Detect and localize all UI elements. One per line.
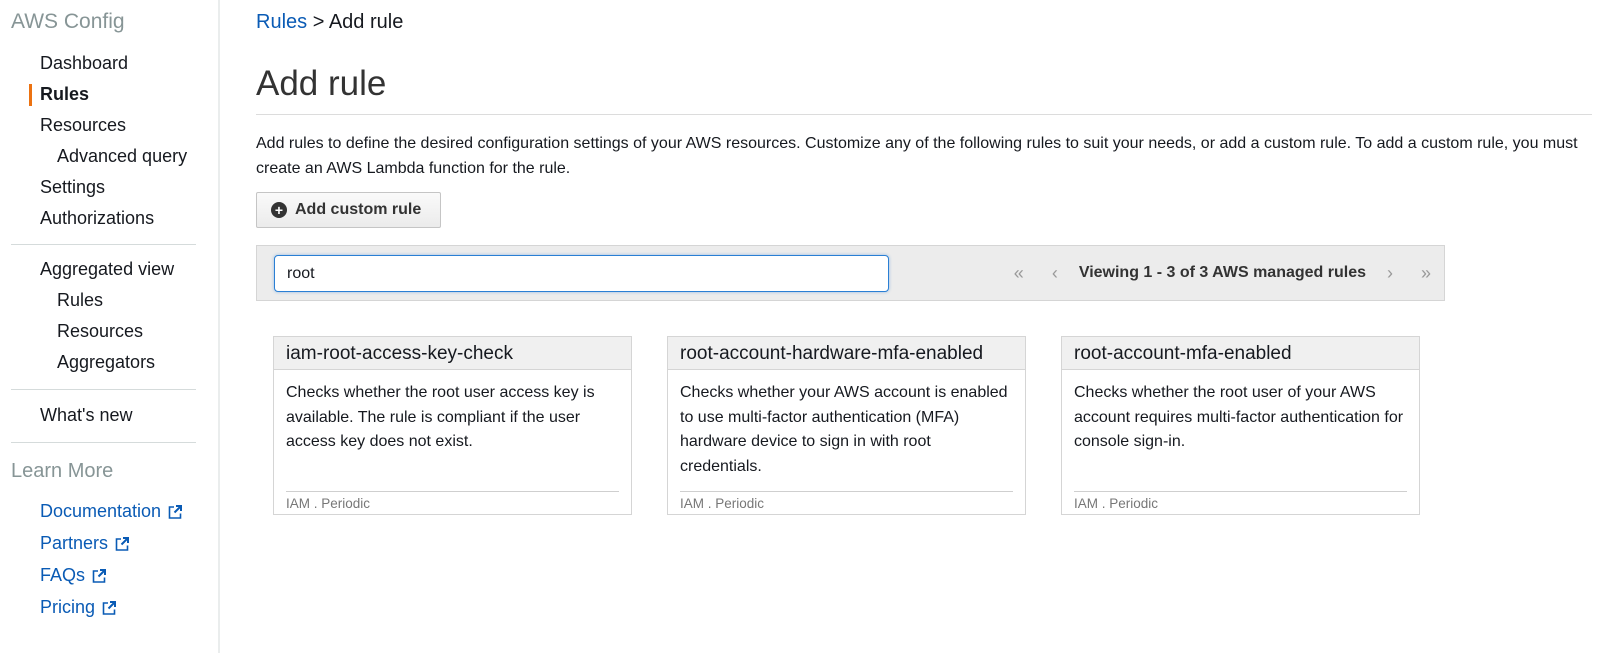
rule-card[interactable]: root-account-mfa-enabled Checks whether … [1061, 336, 1420, 515]
rule-description: Checks whether the root user access key … [286, 384, 595, 450]
sidebar-item-settings[interactable]: Settings [40, 177, 105, 198]
sidebar-divider [11, 244, 196, 245]
sidebar-divider [11, 389, 196, 390]
link-pricing[interactable]: Pricing [40, 597, 117, 618]
page-title: Add rule [256, 64, 387, 103]
external-link-icon [92, 568, 107, 583]
rule-name: iam-root-access-key-check [274, 337, 631, 370]
pager-status: Viewing 1 - 3 of 3 AWS managed rules [1078, 264, 1366, 281]
sidebar-item-aggregated-rules[interactable]: Rules [57, 290, 103, 311]
learn-more-heading: Learn More [11, 460, 114, 482]
rule-meta: IAM . Periodic [680, 491, 1013, 511]
rule-name: root-account-hardware-mfa-enabled [668, 337, 1025, 370]
rule-card[interactable]: root-account-hardware-mfa-enabled Checks… [667, 336, 1026, 515]
sidebar-item-advanced-query[interactable]: Advanced query [57, 146, 187, 167]
link-documentation[interactable]: Documentation [40, 501, 183, 522]
prev-page-icon[interactable]: ‹ [1037, 263, 1073, 284]
rule-meta: IAM . Periodic [286, 491, 619, 511]
external-link-icon [168, 504, 183, 519]
external-link-icon [102, 600, 117, 615]
rule-search-input[interactable] [274, 255, 889, 292]
rule-card[interactable]: iam-root-access-key-check Checks whether… [273, 336, 632, 515]
sidebar: AWS Config Dashboard Rules Resources Adv… [0, 0, 220, 653]
service-title: AWS Config [11, 10, 125, 33]
external-link-icon [115, 536, 130, 551]
plus-circle-icon: + [271, 202, 287, 218]
link-label: Partners [40, 533, 109, 553]
add-custom-rule-label: Add custom rule [295, 201, 422, 218]
rule-meta: IAM . Periodic [1074, 491, 1407, 511]
breadcrumb-current: Add rule [328, 11, 404, 33]
sidebar-item-rules[interactable]: Rules [40, 84, 89, 105]
sidebar-item-dashboard[interactable]: Dashboard [40, 53, 128, 74]
sidebar-item-aggregated-view[interactable]: Aggregated view [40, 259, 174, 280]
first-page-icon[interactable]: « [1001, 263, 1037, 284]
link-label: Pricing [40, 597, 96, 617]
sidebar-item-aggregated-resources[interactable]: Resources [57, 321, 143, 342]
active-indicator [29, 84, 32, 106]
page-description: Add rules to define the desired configur… [256, 135, 1578, 177]
link-label: FAQs [40, 565, 86, 585]
pagination: « ‹ Viewing 1 - 3 of 3 AWS managed rules… [1001, 246, 1444, 300]
rule-description: Checks whether the root user of your AWS… [1074, 384, 1404, 450]
link-label: Documentation [40, 501, 162, 521]
last-page-icon[interactable]: » [1408, 263, 1444, 284]
sidebar-item-resources[interactable]: Resources [40, 115, 126, 136]
title-divider [256, 114, 1592, 115]
rule-description: Checks whether your AWS account is enabl… [680, 384, 1008, 475]
sidebar-item-authorizations[interactable]: Authorizations [40, 208, 154, 229]
link-partners[interactable]: Partners [40, 533, 130, 554]
rule-name: root-account-mfa-enabled [1062, 337, 1419, 370]
breadcrumb: Rules > Add rule [256, 11, 403, 34]
next-page-icon[interactable]: › [1372, 263, 1408, 284]
sidebar-item-whats-new[interactable]: What's new [40, 405, 132, 426]
sidebar-item-aggregators[interactable]: Aggregators [57, 352, 155, 373]
breadcrumb-rules-link[interactable]: Rules [256, 11, 307, 33]
sidebar-divider [11, 442, 196, 443]
breadcrumb-separator: > [312, 11, 325, 33]
link-faqs[interactable]: FAQs [40, 565, 107, 586]
rules-filter-toolbar: « ‹ Viewing 1 - 3 of 3 AWS managed rules… [256, 245, 1445, 301]
add-custom-rule-button[interactable]: + Add custom rule [256, 192, 441, 228]
